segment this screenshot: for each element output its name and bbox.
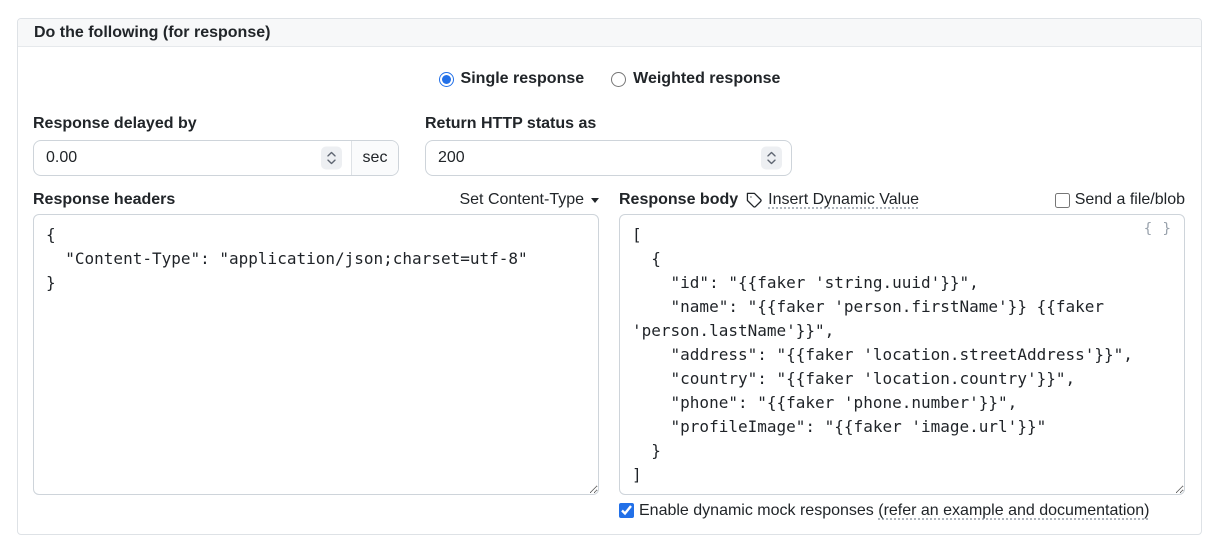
status-stepper[interactable] — [761, 146, 782, 170]
send-file-label: Send a file/blob — [1074, 191, 1185, 208]
headers-editor-wrap: { "Content-Type": "application/json;char… — [33, 214, 599, 495]
stepper-chevrons-icon — [767, 151, 776, 165]
insert-dynamic-value-control: Insert Dynamic Value — [746, 190, 919, 210]
weighted-response-option[interactable]: Weighted response — [611, 70, 780, 88]
response-headers-head: Response headers Set Content-Type — [33, 190, 599, 210]
chevron-down-icon — [591, 197, 599, 203]
delay-status-row: Response delayed by sec — [33, 114, 1186, 176]
delay-field-group: Response delayed by sec — [33, 114, 399, 176]
body-editor-wrap: [ { "id": "{{faker 'string.uuid'}}", "na… — [619, 214, 1185, 495]
delay-input-wrap — [34, 141, 351, 175]
dynamic-mock-row: Enable dynamic mock responses (refer an … — [619, 501, 1185, 520]
response-body-label: Response body — [619, 191, 739, 208]
beautify-json-icon[interactable]: { } — [1144, 221, 1172, 237]
status-input-wrap — [426, 141, 791, 175]
response-body-textarea[interactable]: [ { "id": "{{faker 'string.uuid'}}", "na… — [619, 214, 1185, 495]
response-type-radio-group: Single response Weighted response — [33, 70, 1186, 88]
delay-input[interactable] — [34, 141, 351, 175]
panel-title: Do the following (for response) — [18, 19, 1201, 47]
tag-icon — [746, 192, 762, 208]
weighted-response-label: Weighted response — [633, 70, 781, 87]
insert-dynamic-value-link[interactable]: Insert Dynamic Value — [768, 190, 919, 210]
response-headers-textarea[interactable]: { "Content-Type": "application/json;char… — [33, 214, 599, 495]
enable-dynamic-mock-text: Enable dynamic mock responses — [639, 502, 874, 519]
response-headers-label: Response headers — [33, 191, 176, 208]
enable-dynamic-mock-label: Enable dynamic mock responses (refer an … — [639, 501, 1150, 520]
response-body-head: Response body Insert Dynamic Value Send … — [619, 190, 1185, 210]
status-input-group — [425, 140, 792, 176]
single-response-label: Single response — [460, 70, 585, 87]
delay-label: Response delayed by — [33, 115, 197, 132]
enable-dynamic-mock-checkbox[interactable] — [619, 503, 634, 518]
response-headers-column: Response headers Set Content-Type { "Con… — [33, 190, 599, 520]
single-response-option[interactable]: Single response — [438, 70, 585, 88]
dynamic-mock-docs-link[interactable]: (refer an example and documentation) — [878, 502, 1149, 519]
delay-input-group: sec — [33, 140, 399, 176]
set-content-type-label: Set Content-Type — [459, 191, 584, 208]
delay-stepper[interactable] — [321, 146, 342, 170]
status-input[interactable] — [426, 141, 791, 175]
set-content-type-dropdown[interactable]: Set Content-Type — [459, 190, 599, 210]
stepper-chevrons-icon — [327, 151, 336, 165]
send-file-option[interactable]: Send a file/blob — [1054, 190, 1185, 210]
single-response-radio[interactable] — [438, 71, 454, 87]
panel-body: Single response Weighted response Respon… — [18, 47, 1201, 537]
response-body-column: Response body Insert Dynamic Value Send … — [619, 190, 1185, 520]
weighted-response-radio[interactable] — [611, 71, 627, 87]
response-config-panel: Do the following (for response) Single r… — [17, 18, 1202, 535]
send-file-checkbox[interactable] — [1054, 192, 1070, 208]
status-label: Return HTTP status as — [425, 115, 597, 132]
delay-unit-addon: sec — [351, 141, 398, 175]
editors-row: Response headers Set Content-Type { "Con… — [33, 190, 1186, 520]
status-field-group: Return HTTP status as — [425, 114, 792, 176]
